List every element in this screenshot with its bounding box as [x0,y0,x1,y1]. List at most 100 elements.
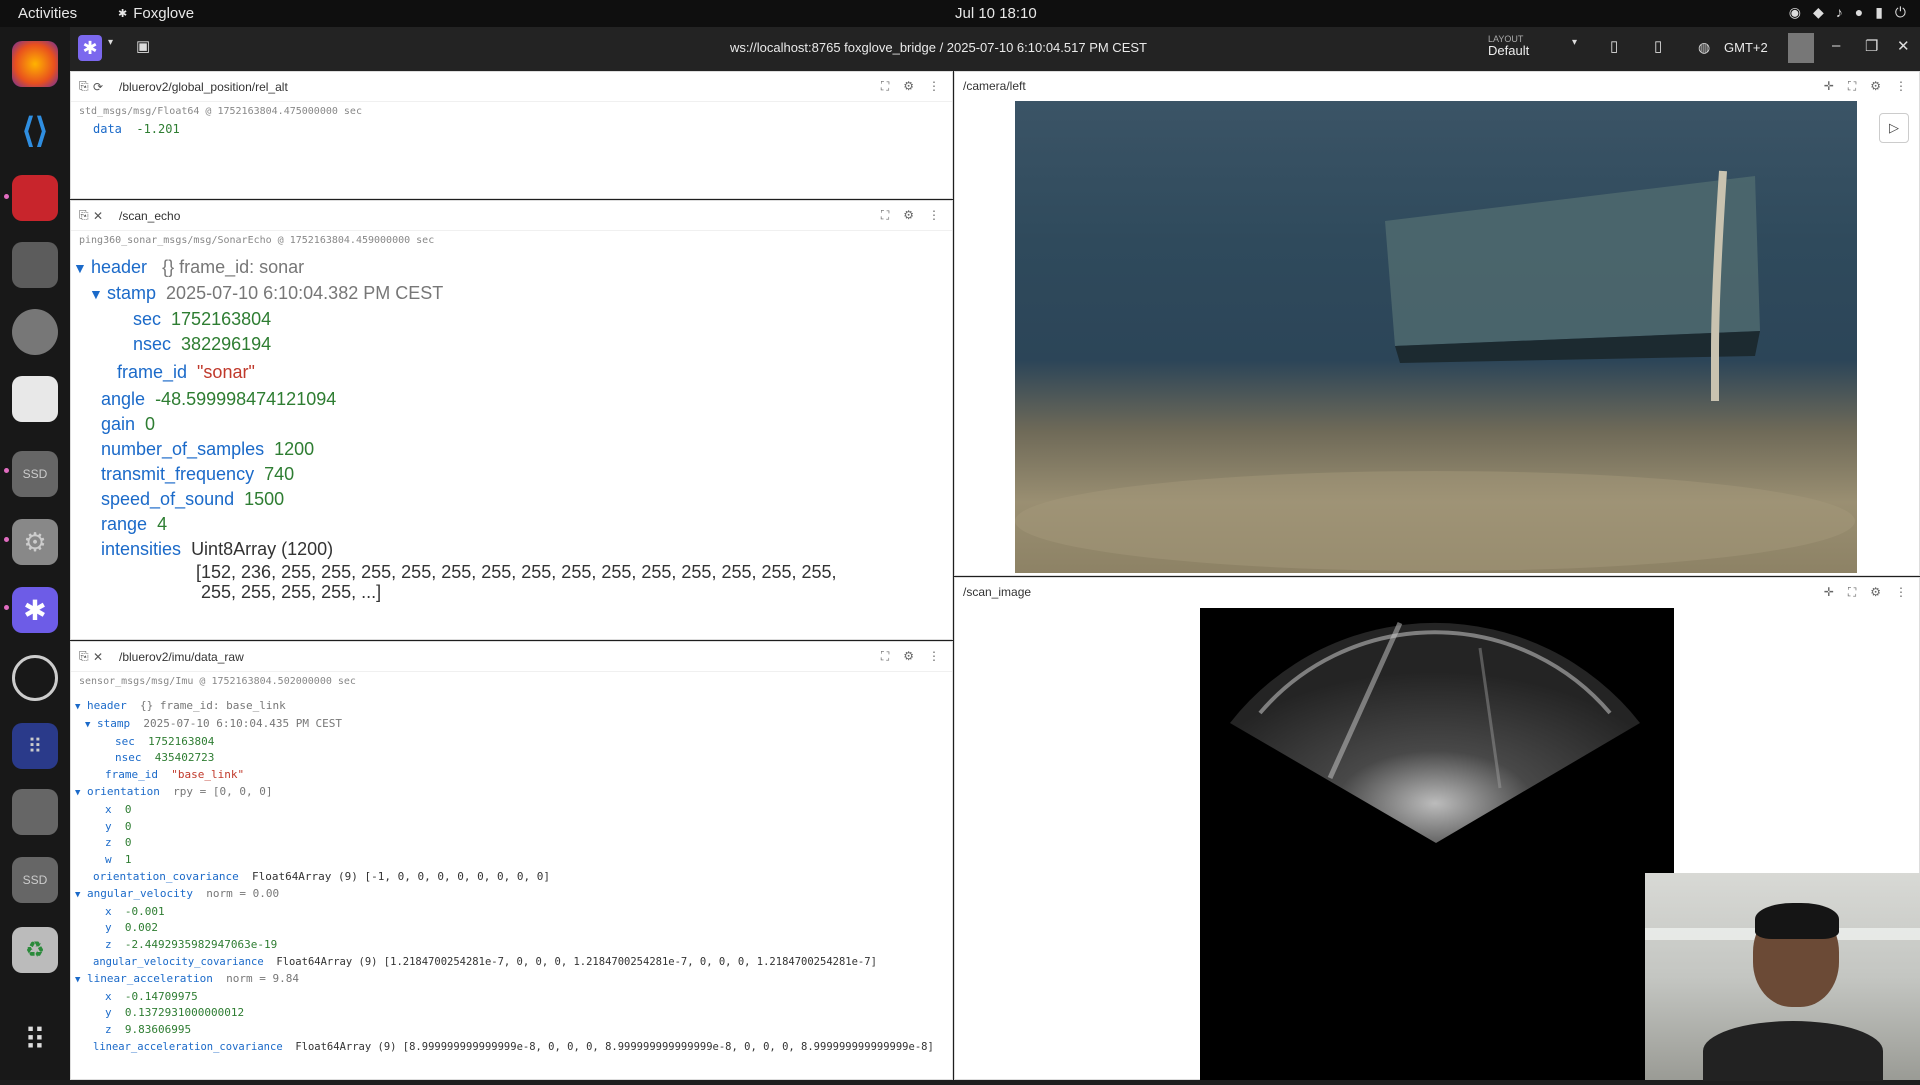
tree-row-linear-acceleration-covariance: linear_acceleration_covariance Float64Ar… [93,1040,934,1053]
show-apps-icon[interactable]: ⠿ [12,1017,58,1063]
maximize-icon[interactable]: ❐ [1865,37,1878,55]
tree-row-angular-velocity-covariance: angular_velocity_covariance Float64Array… [93,955,877,968]
dock: ⟨⟩ SSD ⚙ ✱ ⠿ SSD ♻ ⠿ [0,27,70,1080]
clock[interactable]: Jul 10 18:10 [955,5,1037,22]
layout-selector[interactable]: LAYOUT Default [1488,34,1529,57]
obs-icon[interactable] [12,655,58,701]
topic-path[interactable]: /scan_echo [119,209,180,223]
foxglove-logo-icon[interactable]: ✱ [78,35,102,61]
tree-row-range: range 4 [101,514,168,534]
tree-row-frame-id: frame_id "base_link" [105,768,245,782]
collapse-icon[interactable]: ✕ [93,209,107,223]
fullscreen-icon[interactable]: ⛶ [881,649,889,664]
tree-row-ow: w 1 [105,853,132,867]
tree-row-orientation[interactable]: ▼ orientation rpy = [0, 0, 0] [71,784,951,802]
fullscreen-icon[interactable]: ⛶ [881,208,889,223]
chevron-down-icon[interactable]: ▾ [1572,37,1577,48]
expand-triangle-icon[interactable]: ▼ [89,282,107,307]
sync-icon[interactable]: ⟳ [93,80,107,94]
person-shirt [1703,1021,1883,1081]
expand-triangle-icon[interactable]: ▼ [73,256,91,281]
ssd-drive-icon[interactable]: SSD [12,857,58,903]
settings-gear-icon[interactable]: ⚙ [1870,79,1881,94]
webcam-overlay [1645,873,1920,1081]
tree-row-header[interactable]: ▼ header {} frame_id: base_link [71,698,951,716]
foxglove-icon[interactable]: ✱ [12,587,58,633]
message-tree: ▼ header {} frame_id: base_link ▼ stamp 20… [71,698,951,1056]
crosshair-icon[interactable]: ✛ [1824,79,1834,94]
more-menu-icon[interactable]: ⋮ [928,79,940,94]
settings-gear-icon[interactable]: ⚙ [903,649,914,664]
activities-button[interactable]: Activities [18,5,77,22]
tree-row-oy: y 0 [105,819,132,833]
terminal-icon[interactable] [12,175,58,221]
more-menu-icon[interactable]: ⋮ [928,208,940,223]
minimize-icon[interactable]: – [1832,37,1840,54]
message-meta: ping360_sonar_msgs/msg/SonarEcho @ 17521… [79,235,435,246]
field-key: data [93,122,122,136]
tree-row-linear-acceleration[interactable]: ▼ linear_acceleration norm = 9.84 [71,971,951,989]
tree-row-angle: angle -48.599998474121094 [101,389,337,409]
settings-gear-icon[interactable]: ⚙ [1870,585,1881,600]
system-tray[interactable]: ◉ ◆ ♪ ● ▮ ⏻ [1789,4,1906,21]
topic-path[interactable]: /scan_image [963,585,1031,599]
tree-row-angular-velocity[interactable]: ▼ angular_velocity norm = 0.00 [71,886,951,904]
collapse-icon[interactable]: ✕ [93,650,107,664]
firefox-icon[interactable] [12,41,58,87]
app-menu[interactable]: ✱ Foxglove [118,5,194,22]
more-menu-icon[interactable]: ⋮ [928,649,940,664]
settings-gear-icon[interactable]: ⚙ [903,79,914,94]
tree-row-lax: x -0.14709975 [105,989,198,1003]
settings-gear-icon[interactable]: ⚙ [903,208,914,223]
add-panel-icon[interactable]: ▣ [136,37,150,55]
tree-row-sec: sec 1752163804 [115,734,215,748]
avatar[interactable] [1788,33,1814,63]
foxglove-app-bar: ✱ ▾ ▣ ws://localhost:8765 foxglove_bridg… [70,27,1920,71]
topic-path[interactable]: /bluerov2/global_position/rel_alt [119,80,288,94]
app-grid-icon[interactable]: ⠿ [12,723,58,769]
copy-icon[interactable]: ⎘ [79,208,93,223]
field-value: -1.201 [136,122,180,136]
chevron-down-icon[interactable]: ▾ [108,37,113,48]
copy-icon[interactable]: ⎘ [79,649,93,664]
topic-path[interactable]: /bluerov2/imu/data_raw [119,650,244,664]
connection-info[interactable]: ws://localhost:8765 foxglove_bridge / 20… [730,40,1147,55]
fullscreen-icon[interactable]: ⛶ [1848,79,1856,94]
tree-row-sec: sec 1752163804 [133,309,272,329]
timezone-button[interactable]: GMT+2 [1724,40,1768,55]
gear-icon[interactable]: ⚙ [12,519,58,565]
intensities-values-cont: 255, 255, 255, 255, ...] [201,582,382,602]
left-sidebar-icon[interactable]: ▯ [1610,37,1618,55]
settings-icon[interactable] [12,309,58,355]
fullscreen-icon[interactable]: ⛶ [881,79,889,94]
tree-row-speed-of-sound: speed_of_sound 1500 [101,489,285,509]
panel-header: /camera/left ✛ ⛶ ⚙ ⋮ [955,72,1919,100]
tree-row-stamp[interactable]: ▼ stamp 2025-07-10 6:10:04.382 PM CEST [71,281,951,307]
close-icon[interactable]: ✕ [1897,37,1910,55]
play-icon[interactable]: ▷ [1879,113,1909,143]
vscode-icon[interactable]: ⟨⟩ [12,108,58,154]
person-hair [1755,903,1839,939]
files-icon[interactable] [12,242,58,288]
tree-row-laz: z 9.83606995 [105,1023,192,1037]
ssd-drive-icon[interactable]: SSD [12,451,58,497]
more-menu-icon[interactable]: ⋮ [1895,79,1907,94]
tree-row-header[interactable]: ▼ header {} frame_id: sonar [71,255,951,281]
trash-icon[interactable]: ♻ [12,927,58,973]
right-sidebar-icon[interactable]: ▯ [1654,37,1662,55]
tree-row-lay: y 0.1372931000000012 [105,1006,245,1020]
text-editor-icon[interactable] [12,376,58,422]
raw-messages-panel-rel-alt: ⎘ ⟳ /bluerov2/global_position/rel_alt ⛶ ⚙… [70,71,953,199]
copy-icon[interactable]: ⎘ [79,79,93,94]
message-tree: ▼ header {} frame_id: sonar ▼ stamp 2025-0… [71,255,951,602]
more-menu-icon[interactable]: ⋮ [1895,585,1907,600]
message-meta: sensor_msgs/msg/Imu @ 1752163804.5020000… [79,676,356,687]
fullscreen-icon[interactable]: ⛶ [1848,585,1856,600]
wifi-icon: ◆ [1812,4,1824,20]
tree-row-stamp[interactable]: ▼ stamp 2025-07-10 6:10:04.435 PM CEST [71,716,951,734]
disk-icon[interactable] [12,789,58,835]
tree-row-nsec: nsec 435402723 [115,751,215,765]
camera-image [1015,101,1857,573]
crosshair-icon[interactable]: ✛ [1824,585,1834,600]
topic-path[interactable]: /camera/left [963,79,1026,93]
